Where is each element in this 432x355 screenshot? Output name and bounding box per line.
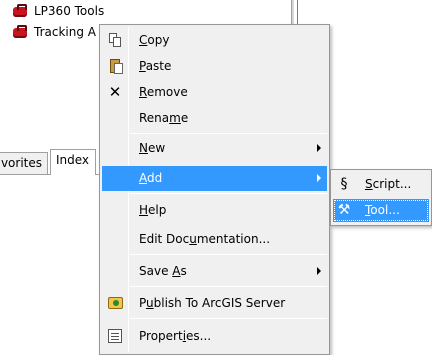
- menu-item-label: Copy: [139, 33, 170, 47]
- submenu-item-script[interactable]: § Script...: [333, 173, 429, 196]
- menu-item-help[interactable]: Help: [102, 198, 327, 223]
- menu-item-properties[interactable]: Properties...: [102, 324, 327, 349]
- menu-separator: [130, 254, 327, 255]
- add-submenu: § Script... ⚒ Tool...: [330, 169, 432, 226]
- menu-item-new[interactable]: New: [102, 136, 327, 161]
- menu-item-remove[interactable]: ✕ Remove: [102, 80, 327, 105]
- menu-separator: [130, 318, 327, 319]
- menu-item-edit-documentation[interactable]: Edit Documentation...: [102, 227, 327, 252]
- submenu-arrow-icon: [317, 174, 321, 182]
- tool-hammer-icon: ⚒: [337, 202, 351, 218]
- menu-item-label: Help: [139, 203, 167, 217]
- menu-item-label: Rename: [139, 111, 189, 125]
- menu-item-label: New: [139, 141, 166, 155]
- menu-item-label: Paste: [139, 59, 172, 73]
- tree-item-label: Tracking A: [34, 25, 96, 39]
- context-menu: Copy Paste ✕ Remove Rename New Add Help …: [99, 24, 330, 355]
- tree-item-label: LP360 Tools: [34, 4, 105, 18]
- menu-item-save-as[interactable]: Save As: [102, 259, 327, 284]
- copy-icon: [107, 32, 123, 48]
- script-icon: §: [340, 176, 348, 192]
- menu-item-add[interactable]: Add: [102, 166, 327, 191]
- menu-item-label: Add: [139, 171, 163, 185]
- submenu-item-label: Script...: [365, 177, 412, 191]
- menu-item-copy[interactable]: Copy: [102, 28, 327, 53]
- tree-item-tracking[interactable]: Tracking A: [12, 23, 96, 41]
- submenu-arrow-icon: [317, 144, 321, 152]
- submenu-item-label: Tool...: [365, 203, 400, 217]
- menu-item-rename[interactable]: Rename: [102, 106, 327, 131]
- menu-item-label: Remove: [139, 85, 188, 99]
- tree-item-lp360-tools[interactable]: LP360 Tools: [12, 2, 104, 20]
- remove-x-icon: ✕: [108, 83, 122, 101]
- menu-separator: [130, 133, 327, 134]
- menu-item-label: Publish To ArcGIS Server: [139, 296, 286, 310]
- paste-icon: [107, 58, 123, 74]
- menu-item-label: Properties...: [139, 329, 212, 343]
- menu-item-paste[interactable]: Paste: [102, 54, 327, 79]
- properties-icon: [107, 328, 123, 344]
- menu-separator: [130, 286, 327, 287]
- menu-separator: [130, 193, 327, 194]
- submenu-arrow-icon: [317, 267, 321, 275]
- menu-item-publish[interactable]: Publish To ArcGIS Server: [102, 291, 327, 316]
- tab-index[interactable]: Index: [50, 149, 96, 175]
- toolbox-icon: [12, 24, 28, 40]
- menu-item-label: Edit Documentation...: [139, 232, 271, 246]
- toolbox-icon: [12, 3, 28, 19]
- menu-item-label: Save As: [139, 264, 187, 278]
- publish-icon: [107, 295, 123, 311]
- submenu-item-tool[interactable]: ⚒ Tool...: [333, 199, 429, 222]
- tab-favorites[interactable]: vorites: [0, 152, 48, 174]
